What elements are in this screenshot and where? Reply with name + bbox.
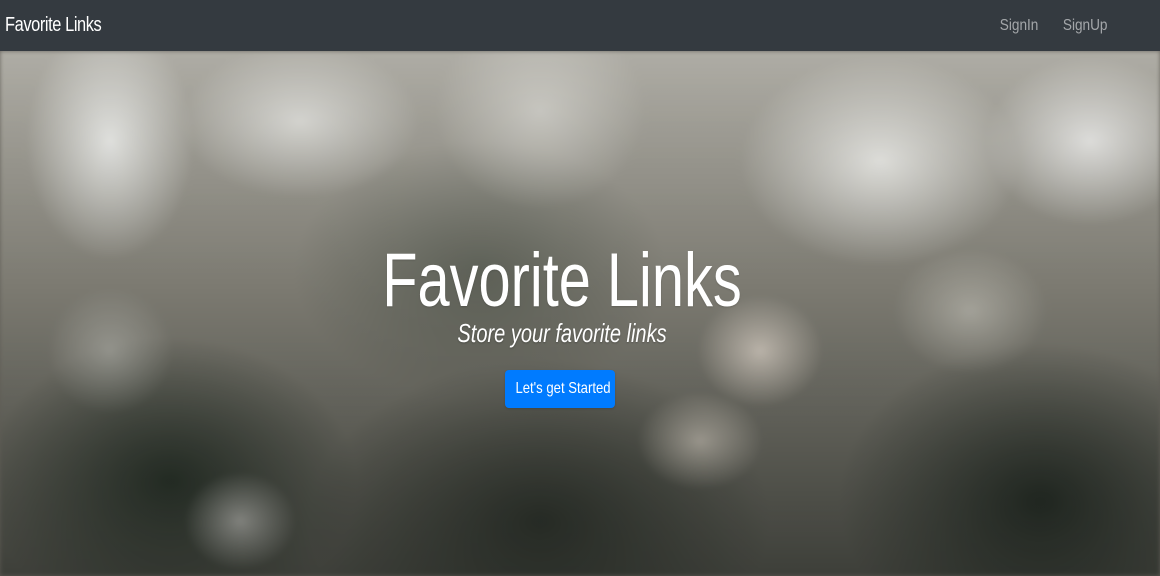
hero-title: Favorite Links bbox=[382, 237, 742, 323]
auth-nav: SignIn SignUp bbox=[993, 17, 1107, 35]
get-started-label: Let's get Started bbox=[515, 380, 611, 397]
get-started-button[interactable]: Let's get Started bbox=[505, 370, 615, 408]
hero-section: Favorite Links Store your favorite links… bbox=[0, 51, 1160, 576]
signin-link[interactable]: SignIn bbox=[1000, 17, 1039, 35]
hero-subtitle: Store your favorite links bbox=[457, 318, 667, 348]
brand-link[interactable]: Favorite Links bbox=[5, 14, 102, 37]
top-navbar: Favorite Links SignIn SignUp bbox=[0, 0, 1160, 51]
signup-link[interactable]: SignUp bbox=[1062, 17, 1107, 35]
